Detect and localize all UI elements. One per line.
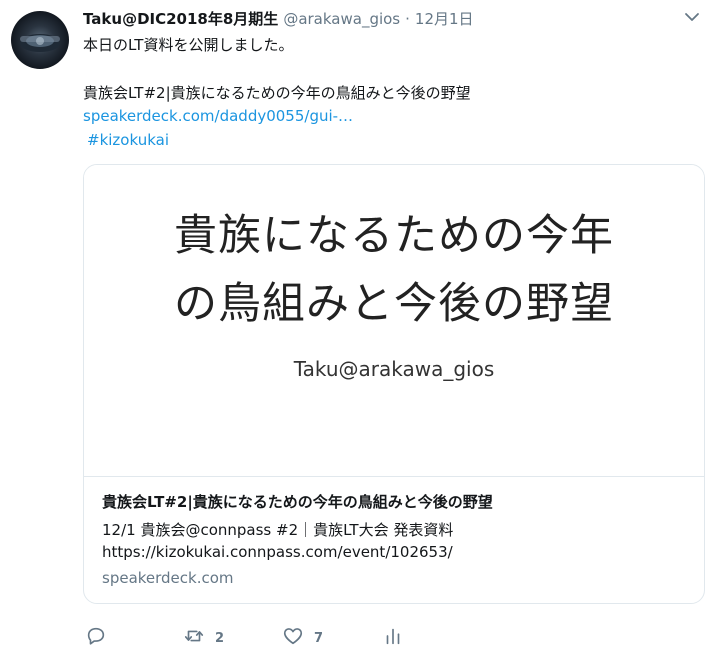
- card-description-line2: https://kizokukai.connpass.com/event/102…: [102, 543, 453, 561]
- card-title: 貴族会LT#2|貴族になるための今年の鳥組みと今後の野望: [102, 493, 493, 511]
- slide-title-line2: の鳥組みと今後の野望: [174, 279, 614, 329]
- heart-icon: [282, 625, 304, 651]
- display-name[interactable]: Taku@DIC2018年8月期生: [83, 8, 278, 29]
- tweet-date[interactable]: 12月1日: [415, 8, 474, 29]
- tweet-text-line1: 本日のLT資料を公開しました。: [83, 36, 294, 54]
- analytics-button[interactable]: [382, 626, 404, 650]
- slide-title-line1: 貴族になるための今年: [174, 211, 614, 261]
- tweet-header: Taku@DIC2018年8月期生 @arakawa_gios · 12月1日: [83, 8, 700, 30]
- reply-icon: [85, 625, 107, 651]
- retweet-button[interactable]: 2: [183, 626, 224, 650]
- card-domain: speakerdeck.com: [102, 569, 234, 587]
- tweet-text-line2: 貴族会LT#2|貴族になるための今年の鳥組みと今後の野望: [83, 84, 471, 102]
- like-count: 7: [314, 630, 324, 646]
- chevron-down-icon[interactable]: [684, 9, 700, 25]
- avatar[interactable]: [11, 11, 69, 69]
- card-image[interactable]: 貴族になるための今年 の鳥組みと今後の野望 Taku@arakawa_gios: [84, 165, 704, 477]
- separator-dot: ·: [405, 10, 410, 28]
- tweet-actions: 2 7: [83, 626, 483, 650]
- hashtag-link[interactable]: #kizokukai: [87, 131, 169, 149]
- like-button[interactable]: 7: [282, 626, 323, 650]
- tweet-link[interactable]: speakerdeck.com/daddy0055/gui-…: [83, 107, 353, 125]
- analytics-icon: [382, 625, 404, 651]
- reply-button[interactable]: [85, 626, 107, 650]
- retweet-count: 2: [215, 630, 225, 646]
- retweet-icon: [183, 625, 205, 651]
- link-card[interactable]: 貴族になるための今年 の鳥組みと今後の野望 Taku@arakawa_gios …: [83, 164, 705, 604]
- user-handle[interactable]: @arakawa_gios: [283, 10, 400, 28]
- card-description-line1: 12/1 貴族会@connpass #2｜貴族LT大会 発表資料: [102, 521, 454, 539]
- slide-author: Taku@arakawa_gios: [293, 357, 495, 381]
